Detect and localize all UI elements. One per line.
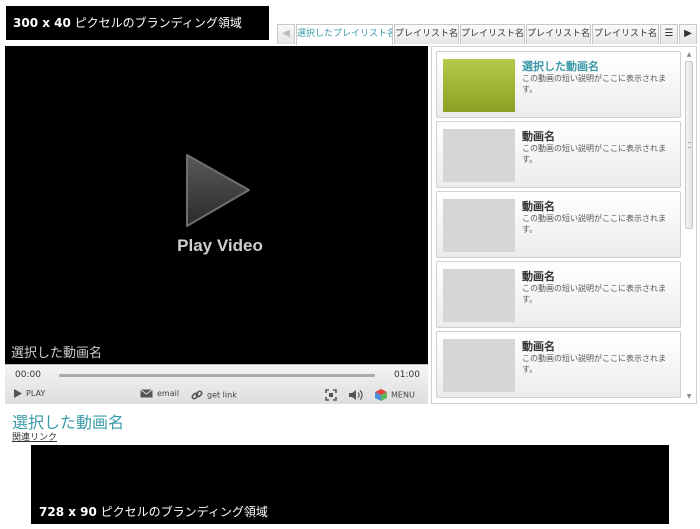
video-description: この動画の短い説明がここに表示されます。 (522, 354, 666, 374)
play-button-label: PLAY (26, 389, 46, 398)
current-time: 00:00 (15, 370, 41, 380)
play-video-label[interactable]: Play Video (165, 236, 275, 256)
video-title[interactable]: 動画名 (522, 338, 555, 354)
playlist-tabs: ◀ 選択したプレイリスト名 プレイリスト名 プレイリスト名 プレイリスト名 プレ… (277, 24, 697, 45)
tab-playlist-1[interactable]: プレイリスト名 (394, 24, 459, 44)
video-description: この動画の短い説明がここに表示されます。 (522, 74, 666, 94)
player-video-title: 選択した動画名 (11, 346, 103, 361)
tab-playlist-3[interactable]: プレイリスト名 (526, 24, 591, 44)
get-link-button-label: get link (207, 390, 237, 400)
tab-selected-playlist[interactable]: 選択したプレイリスト名 (296, 24, 393, 45)
email-icon (140, 389, 153, 398)
video-title[interactable]: 選択した動画名 (522, 58, 599, 74)
total-time: 01:00 (394, 370, 420, 380)
playlist-item-selected[interactable]: 選択した動画名 この動画の短い説明がここに表示されます。 (436, 51, 681, 118)
playlist-sidebar: 選択した動画名 この動画の短い説明がここに表示されます。 動画名 この動画の短い… (431, 46, 697, 404)
scrollbar-thumb[interactable] (685, 61, 693, 229)
playlist-item[interactable]: 動画名 この動画の短い説明がここに表示されます。 (436, 331, 681, 398)
bottom-branding-size: 728 x 90 (39, 505, 97, 519)
video-thumbnail[interactable] (443, 269, 515, 322)
top-branding-size: 300 x 40 (13, 16, 71, 30)
fullscreen-button[interactable] (325, 389, 341, 401)
fullscreen-icon (325, 389, 337, 401)
playlist-item[interactable]: 動画名 この動画の短い説明がここに表示されます。 (436, 121, 681, 188)
scroll-up-icon[interactable]: ▲ (684, 51, 694, 59)
play-button[interactable]: PLAY (14, 389, 45, 398)
menu-button-label: MENU (391, 390, 415, 400)
video-description: この動画の短い説明がここに表示されます。 (522, 144, 666, 164)
email-button-label: email (157, 389, 180, 398)
top-branding-text: ピクセルのブランディング領域 (74, 16, 242, 30)
video-thumbnail[interactable] (443, 199, 515, 252)
playlist-scrollbar[interactable]: ▲ ▼ (684, 51, 694, 401)
video-title[interactable]: 動画名 (522, 198, 555, 214)
tab-playlist-4[interactable]: プレイリスト名 (592, 24, 659, 44)
playlist-icon[interactable]: ☰ (660, 24, 678, 44)
scrollbar-grip (688, 142, 691, 148)
video-description: この動画の短い説明がここに表示されます。 (522, 214, 666, 234)
bottom-branding-text: ピクセルのブランディング領域 (100, 505, 268, 519)
progress-bar[interactable] (59, 374, 375, 377)
speaker-icon (349, 390, 363, 400)
bottom-branding-area: 728 x 90 ピクセルのブランディング領域 (31, 445, 669, 524)
video-title[interactable]: 動画名 (522, 268, 555, 284)
video-player[interactable]: Play Video 選択した動画名 00:00 01:00 PLAY emai… (5, 46, 428, 404)
get-link-button[interactable]: get link (191, 389, 237, 401)
email-button[interactable]: email (140, 389, 179, 398)
arrow-left-icon[interactable]: ◀ (277, 24, 295, 44)
playlist-item[interactable]: 動画名 この動画の短い説明がここに表示されます。 (436, 261, 681, 328)
menu-cube-icon (375, 389, 387, 401)
scroll-down-icon[interactable]: ▼ (684, 393, 694, 401)
video-thumbnail[interactable] (443, 129, 515, 182)
related-link[interactable]: 関連リンク (12, 430, 57, 443)
playlist-item[interactable]: 動画名 この動画の短い説明がここに表示されます。 (436, 191, 681, 258)
arrow-right-icon[interactable]: ▶ (679, 24, 697, 44)
tab-playlist-2[interactable]: プレイリスト名 (460, 24, 525, 44)
video-thumbnail[interactable] (443, 59, 515, 112)
video-title[interactable]: 動画名 (522, 128, 555, 144)
video-thumbnail[interactable] (443, 339, 515, 392)
menu-button[interactable]: MENU (375, 389, 415, 401)
link-icon (191, 390, 203, 400)
video-description: この動画の短い説明がここに表示されます。 (522, 284, 666, 304)
play-video-icon[interactable] (183, 153, 253, 228)
top-branding-area: 300 x 40 ピクセルのブランディング領域 (6, 6, 269, 40)
volume-button[interactable] (349, 389, 367, 401)
player-controls: 00:00 01:00 PLAY email get link MENU (5, 364, 428, 404)
play-icon (14, 389, 22, 398)
